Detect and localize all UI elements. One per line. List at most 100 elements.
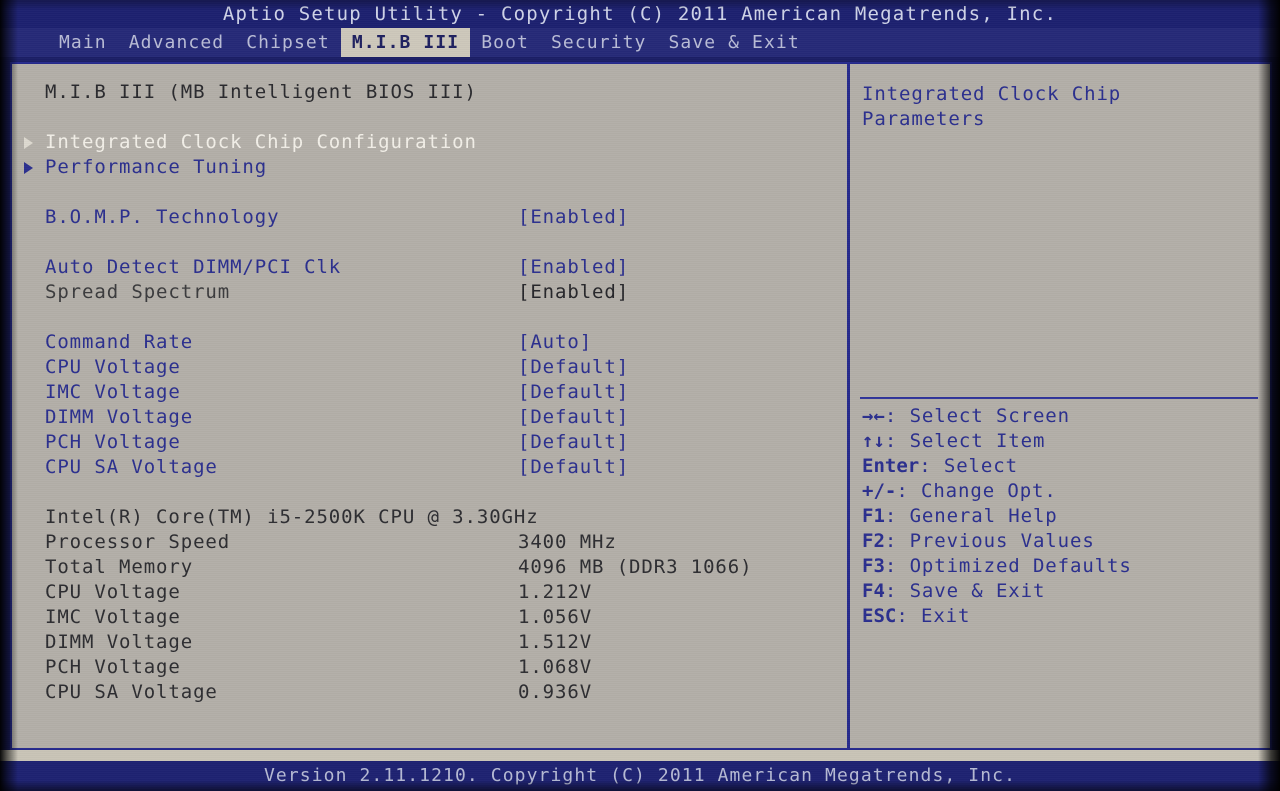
key-legend-row: F2: Previous Values	[862, 529, 1258, 554]
setting-value[interactable]: [Default]	[518, 380, 629, 405]
system-info-row: PCH Voltage 1.068V	[12, 655, 847, 680]
system-info-label: Processor Speed	[45, 531, 231, 553]
setting-label: IMC Voltage	[45, 381, 181, 403]
menu-bar[interactable]: Main Advanced Chipset M.I.B III Boot Security…	[0, 28, 1280, 57]
setting-label: CPU SA Voltage	[45, 456, 218, 478]
menu-tab-security[interactable]: Security	[540, 28, 658, 57]
setting-value[interactable]: [Default]	[518, 355, 629, 380]
submenu-list[interactable]: Integrated Clock Chip Configuration Perfo…	[12, 130, 847, 180]
setting-label: DIMM Voltage	[45, 406, 194, 428]
menu-tab-m-i-b-iii[interactable]: M.I.B III	[340, 28, 471, 57]
key-action-label: : Exit	[896, 605, 971, 627]
key-legend-row: ESC: Exit	[862, 604, 1258, 629]
key-legend: →←: Select Screen ↑↓: Select Item Enter: S…	[850, 404, 1270, 629]
key-action-label: : Previous Values	[884, 530, 1095, 552]
setting-value[interactable]: [Default]	[518, 455, 629, 480]
setting-value[interactable]: [Enabled]	[518, 205, 629, 230]
key-glyph: →←	[862, 405, 885, 427]
system-info-label: IMC Voltage	[45, 606, 181, 628]
setting-value[interactable]: [Enabled]	[518, 255, 629, 280]
settings-pane: M.I.B III (MB Intelligent BIOS III) Inte…	[12, 64, 850, 748]
setting-label: Command Rate	[45, 331, 194, 353]
settings-group-bomp[interactable]: B.O.M.P. Technology [Enabled]	[12, 205, 847, 230]
key-legend-row: F3: Optimized Defaults	[862, 554, 1258, 579]
triangle-right-icon	[24, 136, 33, 149]
setting-value[interactable]: [Auto]	[518, 330, 592, 355]
setting-label: PCH Voltage	[45, 431, 181, 453]
system-info-value: 1.212V	[518, 581, 593, 603]
divider	[860, 397, 1258, 399]
key-action-label: : Select	[919, 455, 1018, 477]
key-glyph: ESC	[862, 605, 897, 627]
setting-row[interactable]: CPU Voltage [Default]	[12, 355, 847, 380]
system-info-label: PCH Voltage	[45, 656, 181, 678]
footer-bar: Version 2.11.1210. Copyright (C) 2011 Am…	[0, 761, 1280, 791]
key-legend-row: F4: Save & Exit	[862, 579, 1258, 604]
key-action-label: : Save & Exit	[884, 580, 1046, 602]
setting-value[interactable]: [Default]	[518, 405, 629, 430]
main-panel: M.I.B III (MB Intelligent BIOS III) Inte…	[10, 62, 1272, 750]
triangle-right-icon	[24, 161, 33, 174]
submenu-item-label: Performance Tuning	[45, 156, 268, 178]
help-text: Integrated Clock Chip Parameters	[862, 83, 1122, 130]
system-info-row: Processor Speed 3400 MHz	[12, 530, 847, 555]
setting-row: Spread Spectrum [Enabled]	[12, 280, 847, 305]
footer-gap	[0, 750, 1280, 761]
system-info-row: CPU Voltage 1.212V	[12, 580, 847, 605]
page-title: M.I.B III (MB Intelligent BIOS III)	[45, 81, 477, 103]
setting-value[interactable]: [Default]	[518, 430, 629, 455]
setting-row[interactable]: CPU SA Voltage [Default]	[12, 455, 847, 480]
system-info-value: 0.936V	[518, 681, 593, 703]
setting-row[interactable]: Auto Detect DIMM/PCI Clk [Enabled]	[12, 255, 847, 280]
submenu-item[interactable]: Performance Tuning	[12, 155, 847, 180]
key-glyph: ↑↓	[862, 430, 885, 452]
key-action-label: : Change Opt.	[896, 480, 1057, 502]
menu-tab-boot[interactable]: Boot	[470, 28, 540, 57]
menu-tab-chipset[interactable]: Chipset	[235, 28, 341, 57]
key-glyph: F1	[862, 505, 885, 527]
key-glyph: F2	[862, 530, 885, 552]
setting-row[interactable]: Command Rate [Auto]	[12, 330, 847, 355]
key-glyph: F4	[862, 580, 885, 602]
setting-label: Auto Detect DIMM/PCI Clk	[45, 256, 342, 278]
key-legend-row: ↑↓: Select Item	[862, 429, 1258, 454]
setting-row[interactable]: PCH Voltage [Default]	[12, 430, 847, 455]
key-glyph: +/-	[862, 480, 897, 502]
settings-group-voltage[interactable]: Command Rate [Auto] CPU Voltage [Default] IM…	[12, 330, 847, 480]
key-action-label: : Select Item	[884, 430, 1046, 452]
settings-list: M.I.B III (MB Intelligent BIOS III) Inte…	[12, 64, 847, 748]
key-legend-row: F1: General Help	[862, 504, 1258, 529]
system-info-row: CPU SA Voltage 0.936V	[12, 680, 847, 705]
setting-row[interactable]: IMC Voltage [Default]	[12, 380, 847, 405]
title-bar: Aptio Setup Utility - Copyright (C) 2011…	[0, 0, 1280, 28]
menu-tab-save-exit[interactable]: Save & Exit	[658, 28, 811, 57]
cpu-name: Intel(R) Core(TM) i5-2500K CPU @ 3.30GHz	[45, 506, 539, 528]
setting-label: Spread Spectrum	[45, 281, 231, 303]
submenu-item[interactable]: Integrated Clock Chip Configuration	[12, 130, 847, 155]
system-info-value: 3400 MHz	[518, 531, 617, 553]
key-legend-row: +/-: Change Opt.	[862, 479, 1258, 504]
system-info-value: 1.068V	[518, 656, 593, 678]
key-legend-row: Enter: Select	[862, 454, 1258, 479]
setting-label: CPU Voltage	[45, 356, 181, 378]
system-info-value: 4096 MB (DDR3 1066)	[518, 556, 753, 578]
menu-tab-advanced[interactable]: Advanced	[118, 28, 236, 57]
setting-row[interactable]: DIMM Voltage [Default]	[12, 405, 847, 430]
setting-label: B.O.M.P. Technology	[45, 206, 280, 228]
setting-row[interactable]: B.O.M.P. Technology [Enabled]	[12, 205, 847, 230]
settings-group-clock[interactable]: Auto Detect DIMM/PCI Clk [Enabled] Spread …	[12, 255, 847, 305]
system-info-value: 1.512V	[518, 631, 593, 653]
system-info-label: CPU SA Voltage	[45, 681, 218, 703]
menu-tab-main[interactable]: Main	[48, 28, 118, 57]
submenu-item-label: Integrated Clock Chip Configuration	[45, 131, 477, 153]
setting-value: [Enabled]	[518, 281, 630, 303]
system-info-row: DIMM Voltage 1.512V	[12, 630, 847, 655]
key-legend-row: →←: Select Screen	[862, 404, 1258, 429]
system-info-value: 1.056V	[518, 606, 593, 628]
help-pane: Integrated Clock Chip Parameters →←: Sel…	[850, 64, 1270, 748]
system-info-label: DIMM Voltage	[45, 631, 194, 653]
